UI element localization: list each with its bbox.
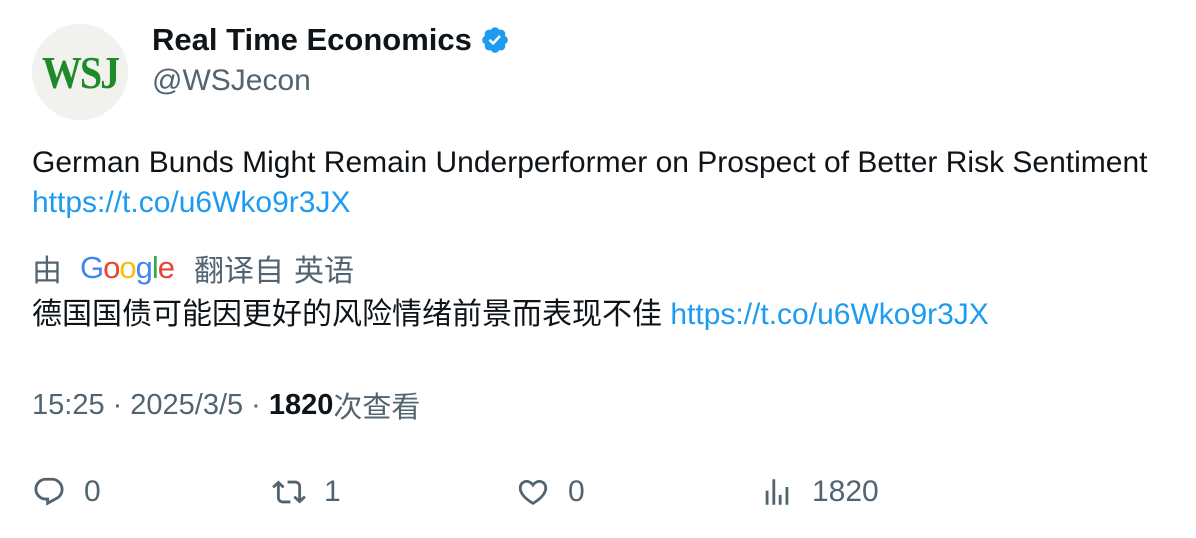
like-count: 0 — [568, 475, 585, 508]
translated-by-label: 由 — [32, 255, 62, 288]
tweet-date[interactable]: 2025/3/5 — [130, 389, 243, 422]
avatar-logo-text: WSJ — [41, 46, 120, 98]
retweet-count: 1 — [324, 475, 341, 508]
translation-attribution: 由 Google 翻译自 英语 — [32, 248, 354, 288]
tweet-meta: 15:25 · 2025/3/5 · 1820 次查看 — [32, 384, 420, 426]
like-button[interactable]: 0 — [516, 470, 585, 514]
retweet-button[interactable]: 1 — [272, 470, 341, 514]
author-name-row: Real Time Economics — [152, 22, 510, 58]
heart-icon — [518, 479, 548, 505]
tweet-card: WSJ Real Time Economics @WSJecon German … — [0, 0, 1196, 538]
source-language: 英语 — [294, 255, 355, 288]
action-bar: 0 1 0 1820 — [32, 470, 1132, 514]
reply-icon — [34, 477, 64, 506]
tweet-text: German Bunds Might Remain Underperformer… — [32, 143, 1152, 223]
translated-text: 德国国债可能因更好的风险情绪前景而表现不佳 https://t.co/u6Wko… — [32, 295, 1152, 335]
views-action-count: 1820 — [812, 475, 879, 508]
avatar[interactable]: WSJ — [32, 24, 128, 120]
views-button[interactable]: 1820 — [760, 470, 879, 514]
views-label: 次查看 — [333, 392, 421, 424]
verified-badge-icon — [482, 27, 508, 53]
tweet-body: German Bunds Might Remain Underperformer… — [32, 146, 1148, 179]
reply-button[interactable]: 0 — [32, 470, 101, 514]
retweet-icon — [272, 480, 306, 504]
author-handle[interactable]: @WSJecon — [152, 64, 311, 98]
display-name[interactable]: Real Time Economics — [152, 22, 472, 58]
reply-count: 0 — [84, 475, 101, 508]
tweet-time[interactable]: 15:25 — [32, 389, 105, 422]
meta-separator: · — [112, 388, 123, 421]
tweet-link[interactable]: https://t.co/u6Wko9r3JX — [32, 186, 350, 219]
translated-body: 德国国债可能因更好的风险情绪前景而表现不佳 — [32, 298, 662, 331]
translated-link[interactable]: https://t.co/u6Wko9r3JX — [670, 298, 988, 331]
translated-from-label: 翻译自 — [194, 255, 285, 288]
analytics-icon — [765, 479, 789, 505]
views-count: 1820 — [268, 388, 334, 421]
google-logo-icon[interactable]: Google — [80, 250, 175, 286]
meta-separator: · — [251, 388, 261, 421]
